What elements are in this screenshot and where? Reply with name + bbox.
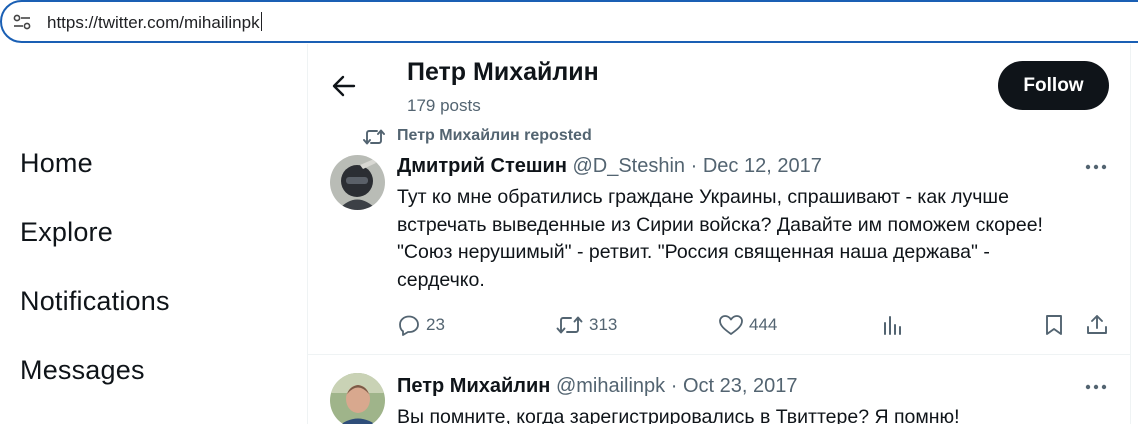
post-count: 179 posts xyxy=(407,96,481,115)
author-name[interactable]: Петр Михайлин xyxy=(397,375,550,397)
reply-icon xyxy=(399,315,419,336)
reply-count: 23 xyxy=(426,315,445,334)
text-caret xyxy=(260,12,262,31)
avatar[interactable] xyxy=(330,155,385,210)
share-button[interactable] xyxy=(1085,312,1114,338)
nav-item-home[interactable]: Home xyxy=(20,148,93,179)
author-handle[interactable]: @D_Steshin xyxy=(572,155,685,177)
author-handle[interactable]: @mihailinpk xyxy=(556,375,665,397)
site-info-icon[interactable] xyxy=(12,12,32,32)
follow-button[interactable]: Follow xyxy=(998,61,1109,110)
sidebar-nav: Home Explore Notifications Messages xyxy=(0,44,307,424)
tweet-text: Тут ко мне обратились граждане Украины, … xyxy=(397,184,1087,294)
url-input[interactable]: https://twitter.com/mihailinpk xyxy=(47,12,262,33)
reply-button[interactable]: 23 xyxy=(397,312,445,338)
tweet-header: Дмитрий Стешин @D_Steshin · Dec 12, 2017 xyxy=(397,155,822,178)
nav-item-explore[interactable]: Explore xyxy=(20,217,113,248)
retweet-icon xyxy=(556,316,583,334)
meta-separator: · xyxy=(670,375,678,397)
avatar[interactable] xyxy=(330,373,385,424)
arrow-left-icon[interactable] xyxy=(330,70,358,102)
tweet-date[interactable]: Oct 23, 2017 xyxy=(683,375,798,397)
tweet-text-line: сердечко. xyxy=(397,268,485,291)
repost-icon xyxy=(363,129,385,145)
bookmark-icon xyxy=(1046,315,1062,335)
retweet-button[interactable]: 313 xyxy=(556,312,617,338)
avatar-image xyxy=(330,155,385,210)
views-icon xyxy=(884,316,901,335)
tweet-date[interactable]: Dec 12, 2017 xyxy=(703,155,822,177)
tweet-text-line: Тут ко мне обратились граждане Украины, … xyxy=(397,186,1009,208)
nav-item-notifications[interactable]: Notifications xyxy=(20,286,170,317)
tweet-text-line: "Союз нерушимый" - ретвит. "Россия свяще… xyxy=(397,241,990,263)
bookmark-button[interactable] xyxy=(1043,312,1070,338)
column-divider-right xyxy=(1130,44,1131,424)
meta-separator: · xyxy=(690,155,698,177)
share-icon xyxy=(1087,315,1107,334)
repost-label: Петр Михайлин reposted xyxy=(397,127,592,144)
tweet-header: Петр Михайлин @mihailinpk · Oct 23, 2017 xyxy=(397,375,798,398)
address-bar[interactable]: https://twitter.com/mihailinpk xyxy=(0,0,1138,43)
retweet-count: 313 xyxy=(589,315,618,334)
like-button[interactable]: 444 xyxy=(718,312,777,338)
more-icon[interactable] xyxy=(1083,162,1109,172)
views-button[interactable] xyxy=(880,312,909,338)
column-divider-left xyxy=(307,44,308,424)
like-icon xyxy=(719,315,743,335)
avatar-image xyxy=(330,373,385,424)
url-text: https://twitter.com/mihailinpk xyxy=(47,13,260,32)
tweet-text-line: Вы помните, когда зарегистрировались в Т… xyxy=(397,406,960,424)
nav-item-messages[interactable]: Messages xyxy=(20,355,145,386)
tweet-text-line: встречать выведенные из Сирии войска? Да… xyxy=(397,213,1043,236)
more-icon[interactable] xyxy=(1083,382,1109,392)
tweet-divider xyxy=(308,354,1130,355)
like-count: 444 xyxy=(749,315,778,334)
profile-name: Петр Михайлин xyxy=(407,58,599,86)
author-name[interactable]: Дмитрий Стешин xyxy=(397,155,567,177)
tweet-text: Вы помните, когда зарегистрировались в Т… xyxy=(397,404,1087,424)
